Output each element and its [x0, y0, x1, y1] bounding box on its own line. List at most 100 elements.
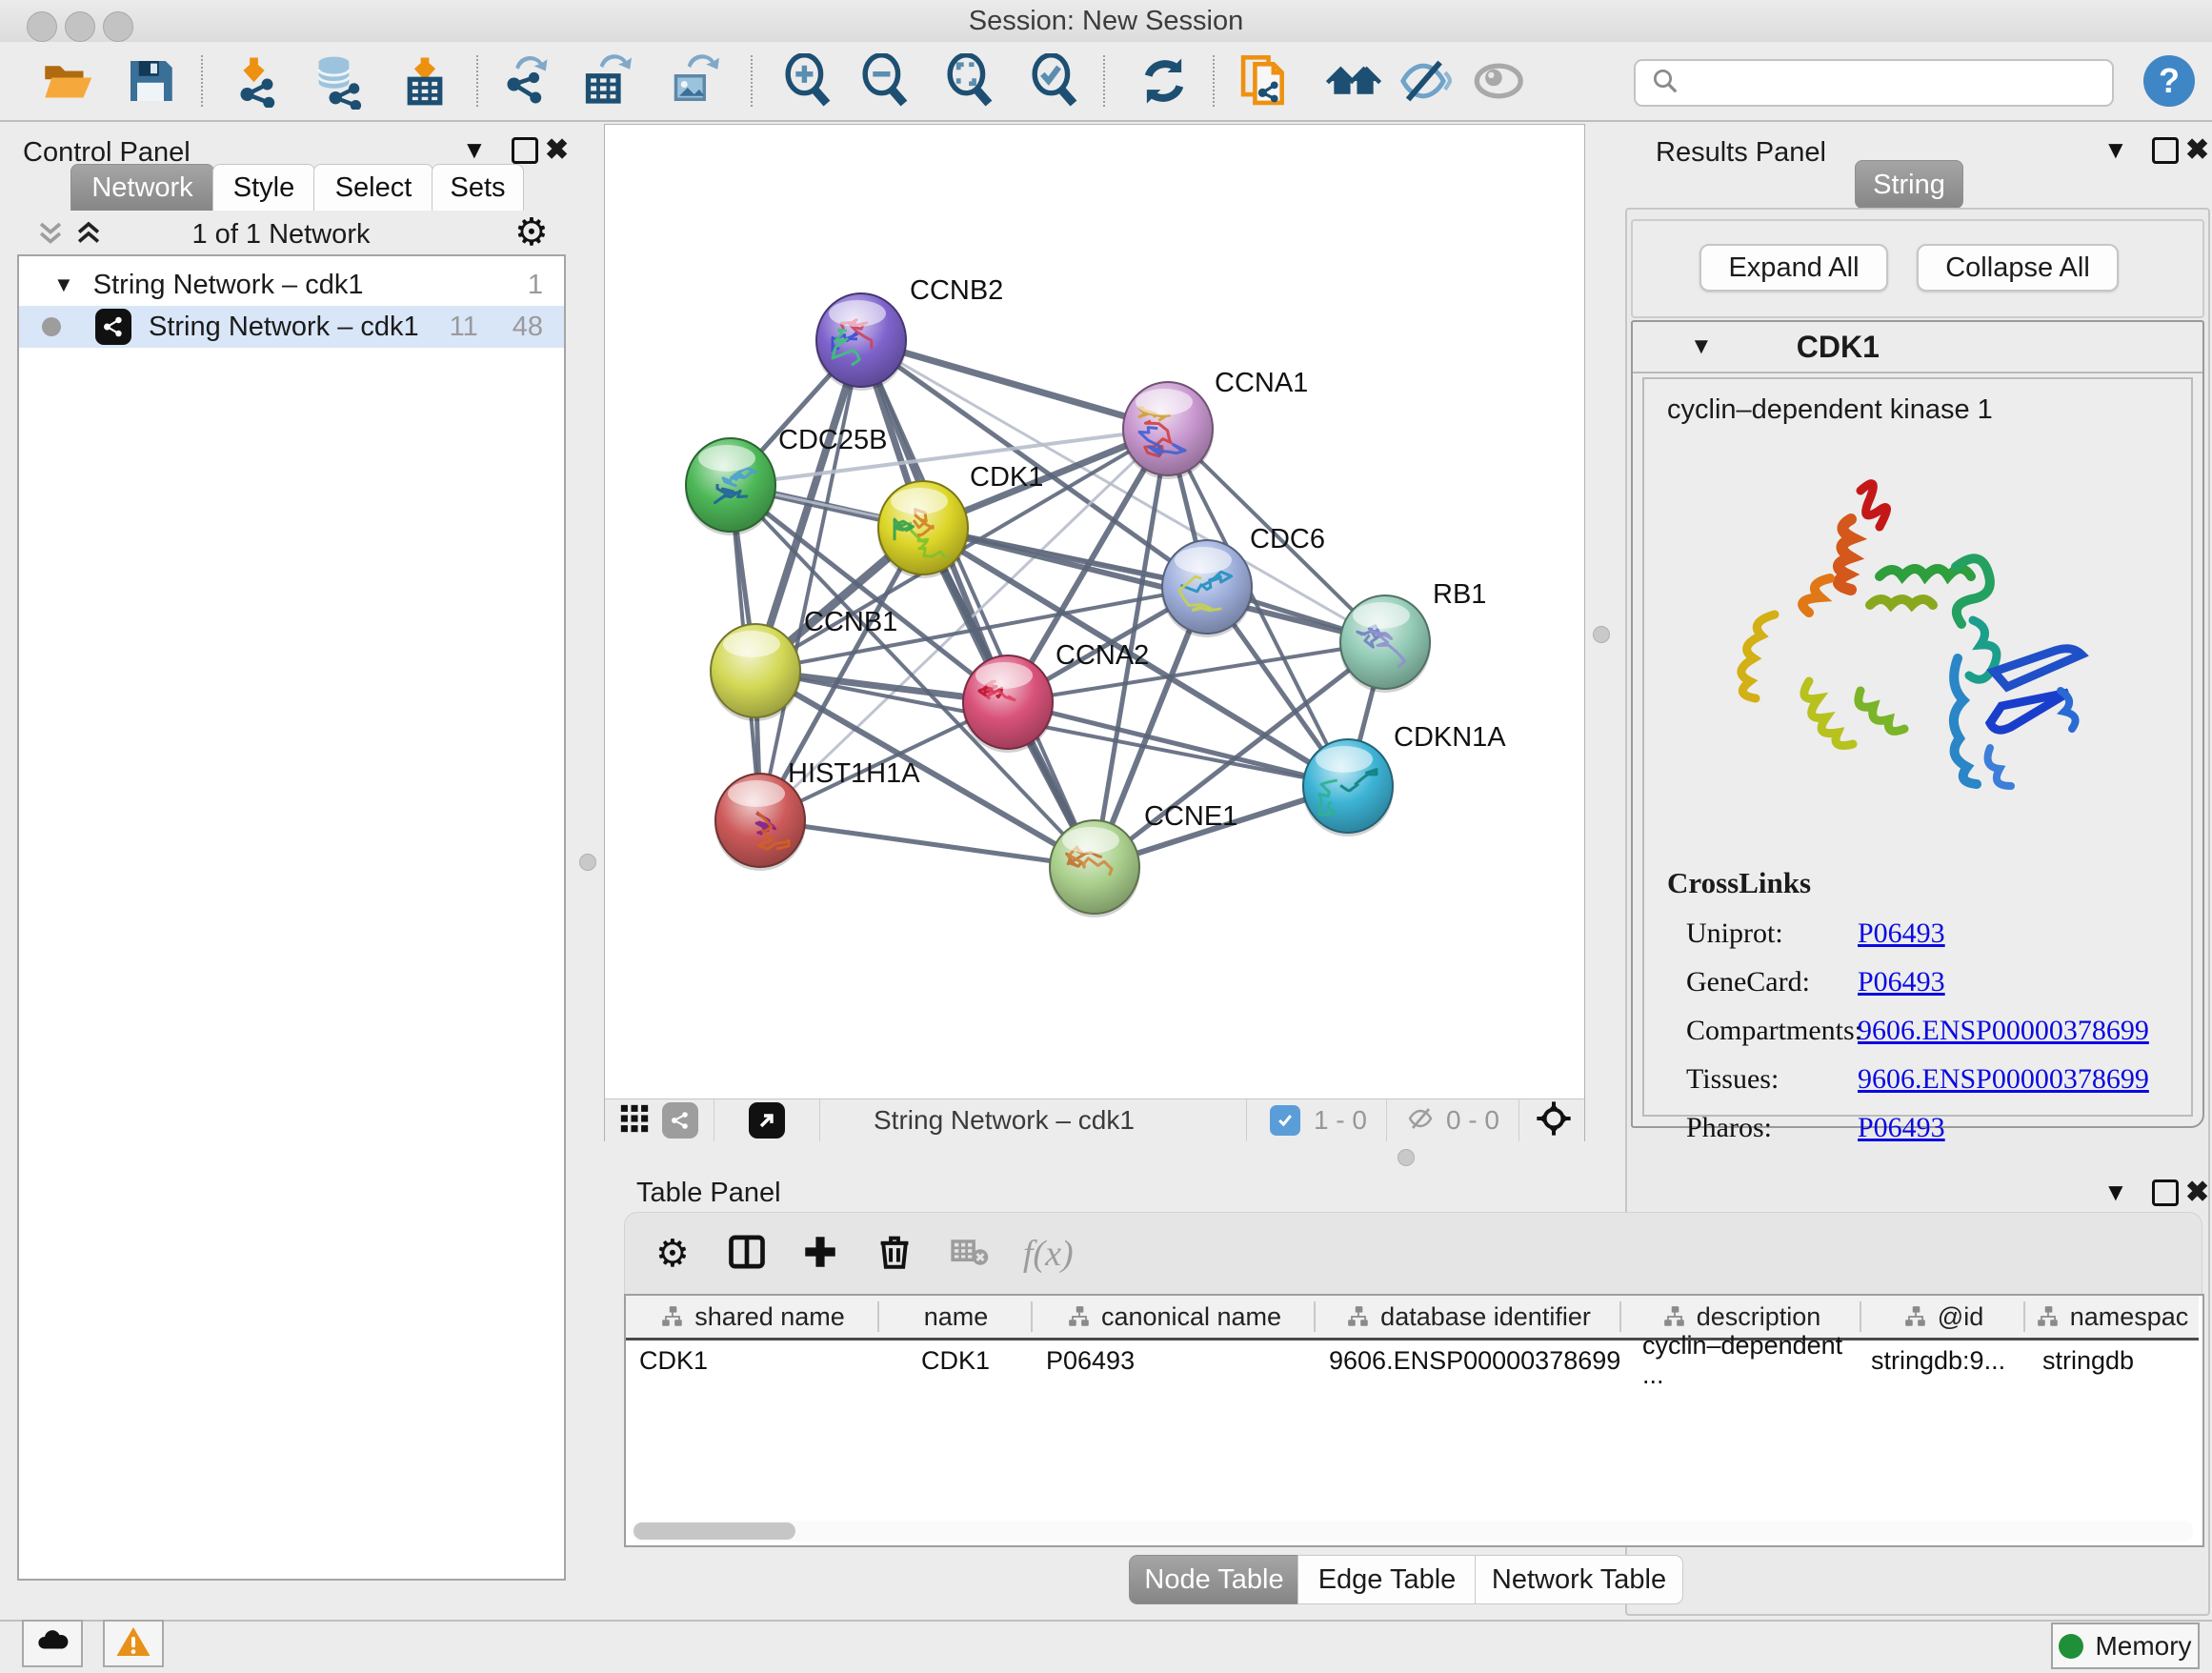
- cloud-button[interactable]: [22, 1620, 83, 1667]
- scrollbar-thumb[interactable]: [633, 1522, 795, 1540]
- import-network-file-icon[interactable]: [228, 51, 287, 111]
- node-label: CDC6: [1250, 524, 1325, 554]
- zoom-fit-icon[interactable]: [940, 51, 999, 111]
- float-panel-icon[interactable]: ▼: [2103, 135, 2128, 165]
- open-session-icon[interactable]: [37, 51, 96, 111]
- help-icon[interactable]: ?: [2143, 55, 2195, 107]
- split-columns-icon[interactable]: [726, 1231, 768, 1278]
- tab-network[interactable]: Network: [70, 164, 214, 211]
- tree-expand-icon[interactable]: ▼: [53, 272, 74, 297]
- table-cell[interactable]: CDK1: [626, 1340, 879, 1381]
- network-node-count: 11: [450, 312, 478, 343]
- import-table-icon[interactable]: [395, 51, 454, 111]
- column-header: canonical name: [1033, 1296, 1316, 1340]
- zoom-in-icon[interactable]: [778, 51, 837, 111]
- table-cell[interactable]: P06493: [1033, 1340, 1316, 1381]
- close-panel-icon[interactable]: ✖: [545, 133, 569, 167]
- float-panel-icon[interactable]: ▼: [462, 135, 487, 165]
- expand-all-icon[interactable]: [72, 217, 105, 254]
- delete-column-icon[interactable]: [875, 1232, 915, 1277]
- table-cell[interactable]: CDK1: [879, 1340, 1033, 1381]
- gene-section-header[interactable]: ▼ CDK1: [1633, 322, 2202, 373]
- network-graph[interactable]: CCNB2CCNA1CDC25BCDK1CDC6RB1CCNB1CCNA2CDK…: [605, 125, 1584, 1099]
- show-all-icon[interactable]: [1471, 51, 1530, 111]
- maximize-panel-icon[interactable]: [2152, 1179, 2179, 1211]
- crosslink-row: Compartments:9606.ENSP00000378699: [1686, 1009, 2191, 1058]
- table-cell[interactable]: 9606.ENSP00000378699: [1316, 1340, 1621, 1381]
- close-panel-icon[interactable]: ✖: [2185, 133, 2209, 167]
- network-collection-row[interactable]: ▼ String Network – cdk1 1: [19, 264, 564, 306]
- memory-button[interactable]: Memory: [2051, 1623, 2200, 1669]
- crosslink-row: Pharos:P06493: [1686, 1106, 2191, 1155]
- hide-selected-icon[interactable]: [1394, 51, 1453, 111]
- hidden-node-edge-count: 0 - 0: [1446, 1105, 1499, 1136]
- export-table-icon[interactable]: [575, 51, 634, 111]
- tab-edge-table[interactable]: Edge Table: [1297, 1555, 1477, 1604]
- close-panel-icon[interactable]: ✖: [2185, 1176, 2209, 1209]
- tab-style[interactable]: Style: [212, 164, 315, 211]
- node-label: HIST1H1A: [788, 758, 920, 789]
- save-session-icon[interactable]: [121, 51, 180, 111]
- grid-view-icon[interactable]: [618, 1102, 651, 1139]
- tab-node-table[interactable]: Node Table: [1129, 1555, 1299, 1604]
- expand-all-button[interactable]: Expand All: [1699, 244, 1888, 292]
- add-column-icon[interactable]: [800, 1232, 840, 1277]
- network-row-selected[interactable]: String Network – cdk1 11 48: [19, 306, 564, 348]
- search-icon: [1651, 67, 1679, 100]
- collapse-all-icon[interactable]: [34, 217, 67, 254]
- horizontal-scrollbar[interactable]: [632, 1521, 2193, 1542]
- uniprot-link[interactable]: P06493: [1858, 917, 1945, 949]
- import-network-database-icon[interactable]: [308, 51, 367, 111]
- tissues-link[interactable]: 9606.ENSP00000378699: [1858, 1063, 2149, 1095]
- genecard-link[interactable]: P06493: [1858, 966, 1945, 998]
- gear-icon[interactable]: ⚙: [655, 1235, 690, 1273]
- first-neighbors-icon[interactable]: [1324, 51, 1383, 111]
- zoom-out-icon[interactable]: [855, 51, 915, 111]
- table-cell[interactable]: stringdb:9...: [1861, 1340, 2025, 1381]
- open-in-window-icon[interactable]: [749, 1102, 785, 1139]
- node-label: CDC25B: [778, 425, 887, 455]
- collapse-all-button[interactable]: Collapse All: [1917, 244, 2119, 292]
- network-canvas[interactable]: CCNB2CCNA1CDC25BCDK1CDC6RB1CCNB1CCNA2CDK…: [604, 124, 1585, 1141]
- main-toolbar: ?: [0, 42, 2212, 122]
- tab-network-table[interactable]: Network Table: [1475, 1555, 1683, 1604]
- selected-checkbox-icon[interactable]: [1270, 1105, 1300, 1136]
- node-label: CCNE1: [1144, 801, 1237, 832]
- table-panel-title: Table Panel: [636, 1178, 781, 1209]
- toolbar-separator: [751, 55, 753, 107]
- hidden-eye-slash-icon: [1404, 1102, 1437, 1139]
- warning-button[interactable]: [103, 1620, 164, 1667]
- window-title: Session: New Session: [0, 0, 2212, 42]
- compartments-link[interactable]: 9606.ENSP00000378699: [1858, 1015, 2149, 1046]
- gene-description: cyclin–dependent kinase 1: [1667, 394, 2191, 426]
- new-network-from-selection-icon[interactable]: [1236, 51, 1295, 111]
- network-view-title: String Network – cdk1: [874, 1105, 1135, 1136]
- table-cell[interactable]: stringdb: [2025, 1340, 2199, 1381]
- node-table[interactable]: shared name name canonical name database…: [624, 1294, 2204, 1547]
- expand-collapse-box: Expand All Collapse All: [1631, 219, 2204, 318]
- tab-sets[interactable]: Sets: [432, 164, 524, 211]
- export-image-icon[interactable]: [663, 51, 722, 111]
- column-header: @id: [1861, 1296, 2025, 1340]
- delete-table-icon: [949, 1231, 991, 1278]
- share-view-icon[interactable]: [662, 1102, 698, 1139]
- column-header: namespac: [2025, 1296, 2199, 1340]
- bottom-splitter-handle[interactable]: [1398, 1149, 1415, 1166]
- pharos-link[interactable]: P06493: [1858, 1112, 1945, 1143]
- left-splitter-handle[interactable]: [579, 854, 596, 871]
- zoom-selected-icon[interactable]: [1025, 51, 1084, 111]
- export-network-icon[interactable]: [494, 51, 553, 111]
- right-splitter-handle[interactable]: [1593, 626, 1610, 643]
- network-row-label: String Network – cdk1: [149, 312, 419, 343]
- search-input[interactable]: [1689, 64, 2112, 102]
- crosshair-icon[interactable]: [1535, 1099, 1573, 1142]
- section-collapse-icon[interactable]: ▼: [1690, 333, 1713, 360]
- refresh-icon[interactable]: [1135, 51, 1194, 111]
- maximize-panel-icon[interactable]: [2152, 137, 2179, 169]
- table-cell[interactable]: cyclin–dependent ...: [1621, 1340, 1861, 1381]
- float-panel-icon[interactable]: ▼: [2103, 1178, 2128, 1207]
- tab-string[interactable]: String: [1855, 160, 1963, 209]
- gear-icon[interactable]: ⚙: [514, 213, 549, 252]
- tab-select[interactable]: Select: [313, 164, 433, 211]
- warning-icon: [114, 1623, 152, 1665]
